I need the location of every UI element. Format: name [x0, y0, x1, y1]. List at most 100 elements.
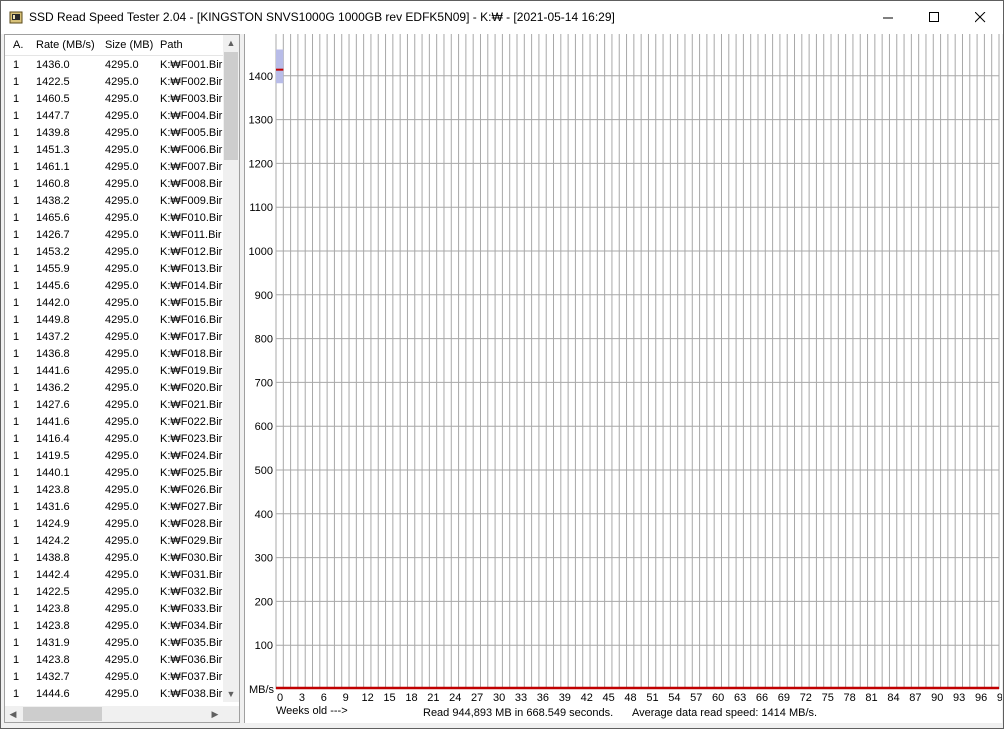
cell-a: 1 — [13, 671, 20, 683]
cell-rate: 1460.5 — [36, 93, 70, 105]
x-tick-label: 39 — [559, 692, 571, 704]
list-item[interactable]: 1 1438.2 4295.0 K:₩F009.Bir — [5, 193, 223, 210]
list-item[interactable]: 1 1441.6 4295.0 K:₩F022.Bir — [5, 414, 223, 431]
cell-rate: 1419.5 — [36, 450, 70, 462]
list-item[interactable]: 1 1423.8 4295.0 K:₩F036.Bir — [5, 652, 223, 669]
list-item[interactable]: 1 1436.2 4295.0 K:₩F020.Bir — [5, 380, 223, 397]
list-item[interactable]: 1 1432.7 4295.0 K:₩F037.Bir — [5, 669, 223, 686]
cell-rate: 1422.5 — [36, 76, 70, 88]
cell-a: 1 — [13, 501, 20, 513]
list-item[interactable]: 1 1451.3 4295.0 K:₩F006.Bir — [5, 142, 223, 159]
cell-a: 1 — [13, 161, 20, 173]
cell-rate: 1441.6 — [36, 365, 70, 377]
cell-path: K:₩F024.Bir — [160, 450, 223, 462]
list-item[interactable]: 1 1442.4 4295.0 K:₩F031.Bir — [5, 567, 223, 584]
average-speed-summary: Average data read speed: 1414 MB/s. — [632, 707, 817, 719]
list-item[interactable]: 1 1439.8 4295.0 K:₩F005.Bir — [5, 125, 223, 142]
x-tick-label: 69 — [778, 692, 790, 704]
scroll-left-icon[interactable]: ◀ — [5, 706, 21, 722]
list-item[interactable]: 1 1441.6 4295.0 K:₩F019.Bir — [5, 363, 223, 380]
list-item[interactable]: 1 1465.6 4295.0 K:₩F010.Bir — [5, 210, 223, 227]
list-item[interactable]: 1 1431.6 4295.0 K:₩F027.Bir — [5, 499, 223, 516]
y-tick-label: 1400 — [249, 71, 273, 83]
list-item[interactable]: 1 1455.9 4295.0 K:₩F013.Bir — [5, 261, 223, 278]
list-item[interactable]: 1 1438.8 4295.0 K:₩F030.Bir — [5, 550, 223, 567]
list-item[interactable]: 1 1422.5 4295.0 K:₩F002.Bir — [5, 74, 223, 91]
cell-a: 1 — [13, 654, 20, 666]
cell-a: 1 — [13, 382, 20, 394]
cell-path: K:₩F017.Bir — [160, 331, 223, 343]
list-item[interactable]: 1 1460.8 4295.0 K:₩F008.Bir — [5, 176, 223, 193]
cell-path: K:₩F021.Bir — [160, 399, 223, 411]
list-item[interactable]: 1 1423.8 4295.0 K:₩F026.Bir — [5, 482, 223, 499]
horizontal-scrollbar[interactable]: ◀ ▶ — [5, 706, 223, 722]
cell-size: 4295.0 — [105, 161, 139, 173]
cell-size: 4295.0 — [105, 382, 139, 394]
list-item[interactable]: 1 1423.8 4295.0 K:₩F034.Bir — [5, 618, 223, 635]
cell-size: 4295.0 — [105, 603, 139, 615]
list-item[interactable]: 1 1436.8 4295.0 K:₩F018.Bir — [5, 346, 223, 363]
cell-size: 4295.0 — [105, 450, 139, 462]
list-item[interactable]: 1 1424.9 4295.0 K:₩F028.Bir — [5, 516, 223, 533]
cell-size: 4295.0 — [105, 76, 139, 88]
cell-path: K:₩F030.Bir — [160, 552, 223, 564]
scroll-right-icon[interactable]: ▶ — [207, 706, 223, 722]
y-axis-ticks: 100 200 300 400 500 600 700 800 900 1000 1100 1200 1… — [249, 71, 273, 652]
list-item[interactable]: 1 1423.8 4295.0 K:₩F033.Bir — [5, 601, 223, 618]
cell-path: K:₩F037.Bir — [160, 671, 223, 683]
x-tick-label: 6 — [321, 692, 327, 704]
close-button[interactable] — [957, 1, 1003, 34]
list-item[interactable]: 1 1437.2 4295.0 K:₩F017.Bir — [5, 329, 223, 346]
x-tick-label: 21 — [427, 692, 439, 704]
list-item[interactable]: 1 1442.0 4295.0 K:₩F015.Bir — [5, 295, 223, 312]
cell-path: K:₩F004.Bir — [160, 110, 223, 122]
cell-a: 1 — [13, 110, 20, 122]
close-icon — [974, 12, 985, 23]
horizontal-scroll-thumb[interactable] — [23, 707, 102, 721]
list-item[interactable]: 1 1460.5 4295.0 K:₩F003.Bir — [5, 91, 223, 108]
list-item[interactable]: 1 1447.7 4295.0 K:₩F004.Bir — [5, 108, 223, 125]
cell-path: K:₩F001.Bir — [160, 59, 223, 71]
cell-size: 4295.0 — [105, 654, 139, 666]
column-header-rate[interactable]: Rate (MB/s) — [36, 39, 95, 51]
list-item[interactable]: 1 1424.2 4295.0 K:₩F029.Bir — [5, 533, 223, 550]
list-item[interactable]: 1 1422.5 4295.0 K:₩F032.Bir — [5, 584, 223, 601]
y-tick-label: 900 — [255, 290, 273, 302]
list-item[interactable]: 1 1436.0 4295.0 K:₩F001.Bir — [5, 57, 223, 74]
list-item[interactable]: 1 1431.9 4295.0 K:₩F035.Bir — [5, 635, 223, 652]
title-bar[interactable]: SSD Read Speed Tester 2.04 - [KINGSTON S… — [1, 1, 1003, 34]
cell-a: 1 — [13, 144, 20, 156]
column-header-size[interactable]: Size (MB) — [105, 39, 153, 51]
cell-path: K:₩F013.Bir — [160, 263, 223, 275]
list-item[interactable]: 1 1461.1 4295.0 K:₩F007.Bir — [5, 159, 223, 176]
list-item[interactable]: 1 1440.1 4295.0 K:₩F025.Bir — [5, 465, 223, 482]
list-item[interactable]: 1 1427.6 4295.0 K:₩F021.Bir — [5, 397, 223, 414]
cell-a: 1 — [13, 212, 20, 224]
list-item[interactable]: 1 1444.6 4295.0 K:₩F038.Bir — [5, 686, 223, 703]
scroll-down-icon[interactable]: ▼ — [223, 686, 239, 702]
cell-size: 4295.0 — [105, 399, 139, 411]
list-item[interactable]: 1 1416.4 4295.0 K:₩F023.Bir — [5, 431, 223, 448]
x-tick-label: 15 — [383, 692, 395, 704]
cell-rate: 1445.6 — [36, 280, 70, 292]
x-tick-label: 3 — [299, 692, 305, 704]
app-icon — [9, 11, 23, 24]
results-list[interactable]: A. Rate (MB/s) Size (MB) Path 1 1436.0 429… — [4, 34, 240, 723]
cell-path: K:₩F016.Bir — [160, 314, 223, 326]
maximize-button[interactable] — [911, 1, 957, 34]
cell-rate: 1423.8 — [36, 654, 70, 666]
list-item[interactable]: 1 1426.7 4295.0 K:₩F011.Bir — [5, 227, 223, 244]
vertical-scrollbar[interactable]: ▲ ▼ — [223, 35, 239, 702]
column-header-path[interactable]: Path — [160, 39, 183, 51]
list-item[interactable]: 1 1419.5 4295.0 K:₩F024.Bir — [5, 448, 223, 465]
list-item[interactable]: 1 1453.2 4295.0 K:₩F012.Bir — [5, 244, 223, 261]
scroll-up-icon[interactable]: ▲ — [223, 35, 239, 51]
cell-path: K:₩F010.Bir — [160, 212, 223, 224]
vertical-scroll-thumb[interactable] — [224, 52, 238, 160]
minimize-button[interactable] — [865, 1, 911, 34]
cell-rate: 1436.0 — [36, 59, 70, 71]
cell-rate: 1444.6 — [36, 688, 70, 700]
list-item[interactable]: 1 1449.8 4295.0 K:₩F016.Bir — [5, 312, 223, 329]
column-header-a[interactable]: A. — [13, 39, 23, 51]
list-item[interactable]: 1 1445.6 4295.0 K:₩F014.Bir — [5, 278, 223, 295]
